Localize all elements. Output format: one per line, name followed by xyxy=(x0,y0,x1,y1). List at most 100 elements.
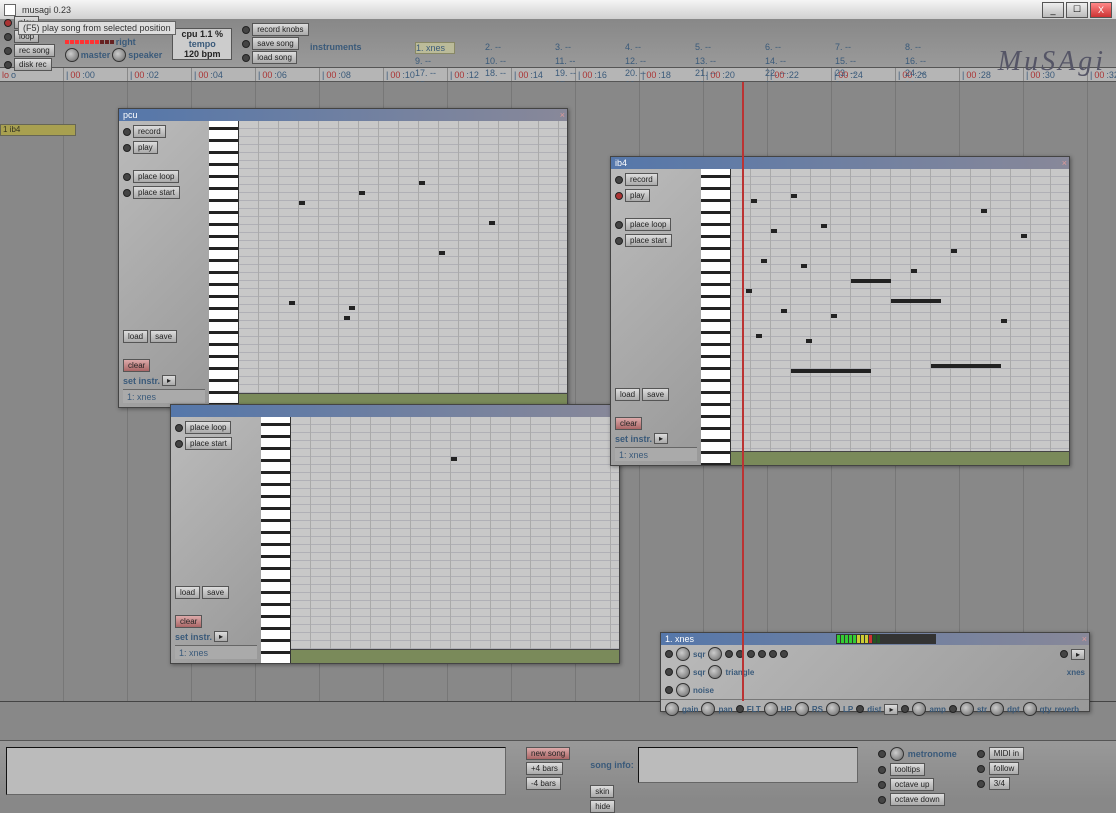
tooltips-button[interactable]: tooltips xyxy=(890,763,925,776)
message-area[interactable] xyxy=(6,747,506,795)
place-loop-button[interactable]: place loop xyxy=(133,170,179,183)
note-grid[interactable] xyxy=(239,121,567,393)
pan-knob[interactable] xyxy=(701,702,715,716)
tracks-area[interactable]: 1 ib4 pcu× record play place loop place … xyxy=(0,82,1116,702)
sqr1-knob[interactable] xyxy=(676,647,690,661)
editor-play-button3[interactable]: play xyxy=(625,189,650,202)
metronome-knob[interactable] xyxy=(890,747,904,761)
editor-close-icon3[interactable]: × xyxy=(1062,158,1067,168)
synth-btn1[interactable]: ▸ xyxy=(1071,649,1085,660)
editor-clear-button[interactable]: clear xyxy=(123,359,150,372)
instrument-slot[interactable]: 19. -- xyxy=(555,68,595,78)
instrument-slot[interactable]: 2. -- xyxy=(485,42,525,54)
instrument-slot[interactable]: 23. -- xyxy=(835,68,875,78)
editor-record-button3[interactable]: record xyxy=(625,173,658,186)
sqr1b-knob[interactable] xyxy=(708,647,722,661)
instrument-slot[interactable]: 18. -- xyxy=(485,68,525,78)
load-song-button[interactable]: load song xyxy=(252,51,297,64)
instrument-slot[interactable]: 24. -- xyxy=(905,68,945,78)
instrument-slot[interactable]: 17. -- xyxy=(415,68,455,78)
qty-knob[interactable] xyxy=(1023,702,1037,716)
instrument-slot[interactable]: 13. -- xyxy=(695,56,735,66)
editor-clear-button3[interactable]: clear xyxy=(615,417,642,430)
place-start-button[interactable]: place start xyxy=(133,186,180,199)
disk-rec-button[interactable]: disk rec xyxy=(14,58,52,71)
octave-up-button[interactable]: octave up xyxy=(890,778,935,791)
noise-knob[interactable] xyxy=(676,683,690,697)
place-loop-button3[interactable]: place loop xyxy=(625,218,671,231)
instrument-slot[interactable]: 15. -- xyxy=(835,56,875,66)
velocity-strip2[interactable] xyxy=(291,649,619,663)
set-instr-button2[interactable]: ▸ xyxy=(214,631,228,642)
editor-save-button3[interactable]: save xyxy=(642,388,669,401)
place-loop-button2[interactable]: place loop xyxy=(185,421,231,434)
piano-keys2[interactable] xyxy=(261,417,291,663)
editor-close-icon[interactable]: × xyxy=(560,110,565,120)
dpt-knob[interactable] xyxy=(990,702,1004,716)
midi-in-button[interactable]: MIDI in xyxy=(989,747,1024,760)
instrument-slot[interactable]: 12. -- xyxy=(625,56,665,66)
piano-keys3[interactable] xyxy=(701,169,731,465)
editor-record-button[interactable]: record xyxy=(133,125,166,138)
synth-close-icon[interactable]: × xyxy=(1082,634,1087,644)
timeline-cell[interactable]: |00:08 xyxy=(320,68,384,81)
instrument-slot[interactable]: 3. -- xyxy=(555,42,595,54)
editor-play-button[interactable]: play xyxy=(133,141,158,154)
timeline-cell[interactable]: |00:06 xyxy=(256,68,320,81)
editor-load-button2[interactable]: load xyxy=(175,586,200,599)
set-instr-button[interactable]: ▸ xyxy=(162,375,176,386)
instrument-slot[interactable]: 11. -- xyxy=(555,56,595,66)
songinfo-box[interactable] xyxy=(638,747,858,783)
editor-load-button[interactable]: load xyxy=(123,330,148,343)
instrument-slot[interactable]: 20. -- xyxy=(625,68,665,78)
instrument-slot[interactable]: 5. -- xyxy=(695,42,735,54)
note-grid2[interactable] xyxy=(291,417,619,649)
hide-button[interactable]: hide xyxy=(590,800,615,813)
instrument-slot[interactable]: 14. -- xyxy=(765,56,805,66)
hp-knob[interactable] xyxy=(764,702,778,716)
follow-button[interactable]: follow xyxy=(989,762,1019,775)
velocity-strip3[interactable] xyxy=(731,451,1069,465)
gain-knob[interactable] xyxy=(665,702,679,716)
plus4-button[interactable]: +4 bars xyxy=(526,762,563,775)
place-start-button2[interactable]: place start xyxy=(185,437,232,450)
instrument-slot[interactable]: 4. -- xyxy=(625,42,665,54)
editor-clear-button2[interactable]: clear xyxy=(175,615,202,628)
sqr2-knob[interactable] xyxy=(676,665,690,679)
playhead[interactable] xyxy=(742,82,744,701)
editor-save-button[interactable]: save xyxy=(150,330,177,343)
rec-song-button[interactable]: rec song xyxy=(14,44,55,57)
lp-knob[interactable] xyxy=(826,702,840,716)
instrument-slot[interactable]: 10. -- xyxy=(485,56,525,66)
instrument-slot[interactable]: 6. -- xyxy=(765,42,805,54)
tri-knob[interactable] xyxy=(708,665,722,679)
instrument-slot[interactable]: 9. -- xyxy=(415,56,455,66)
minimize-button[interactable]: _ xyxy=(1042,2,1064,18)
track-clip[interactable]: 1 ib4 xyxy=(0,124,76,136)
save-song-button[interactable]: save song xyxy=(252,37,298,50)
timeline-cell[interactable]: |00:00 xyxy=(64,68,128,81)
instrument-slot[interactable]: 8. -- xyxy=(905,42,945,54)
instrument-slot[interactable]: 22. -- xyxy=(765,68,805,78)
record-knobs-button[interactable]: record knobs xyxy=(252,23,308,36)
editor-load-button3[interactable]: load xyxy=(615,388,640,401)
master-knob[interactable] xyxy=(65,48,79,62)
instrument-slot[interactable]: 1. xnes xyxy=(415,42,455,54)
tempo-box[interactable]: cpu 1.1 % tempo 120 bpm xyxy=(172,28,232,60)
amp-knob[interactable] xyxy=(912,702,926,716)
instrument-slot[interactable]: 7. -- xyxy=(835,42,875,54)
skin-button[interactable]: skin xyxy=(590,785,614,798)
new-song-button[interactable]: new song xyxy=(526,747,570,760)
minus4-button[interactable]: -4 bars xyxy=(526,777,561,790)
set-instr-button3[interactable]: ▸ xyxy=(654,433,668,444)
instrument-slot[interactable]: 16. -- xyxy=(905,56,945,66)
maximize-button[interactable]: ☐ xyxy=(1066,2,1088,18)
close-button[interactable]: X xyxy=(1090,2,1112,18)
timeline-cell[interactable]: |00:04 xyxy=(192,68,256,81)
piano-keys[interactable] xyxy=(209,121,239,407)
str-knob[interactable] xyxy=(960,702,974,716)
three-four-button[interactable]: 3/4 xyxy=(989,777,1010,790)
editor-save-button2[interactable]: save xyxy=(202,586,229,599)
note-grid3[interactable] xyxy=(731,169,1069,451)
instrument-slot[interactable]: 21. -- xyxy=(695,68,735,78)
